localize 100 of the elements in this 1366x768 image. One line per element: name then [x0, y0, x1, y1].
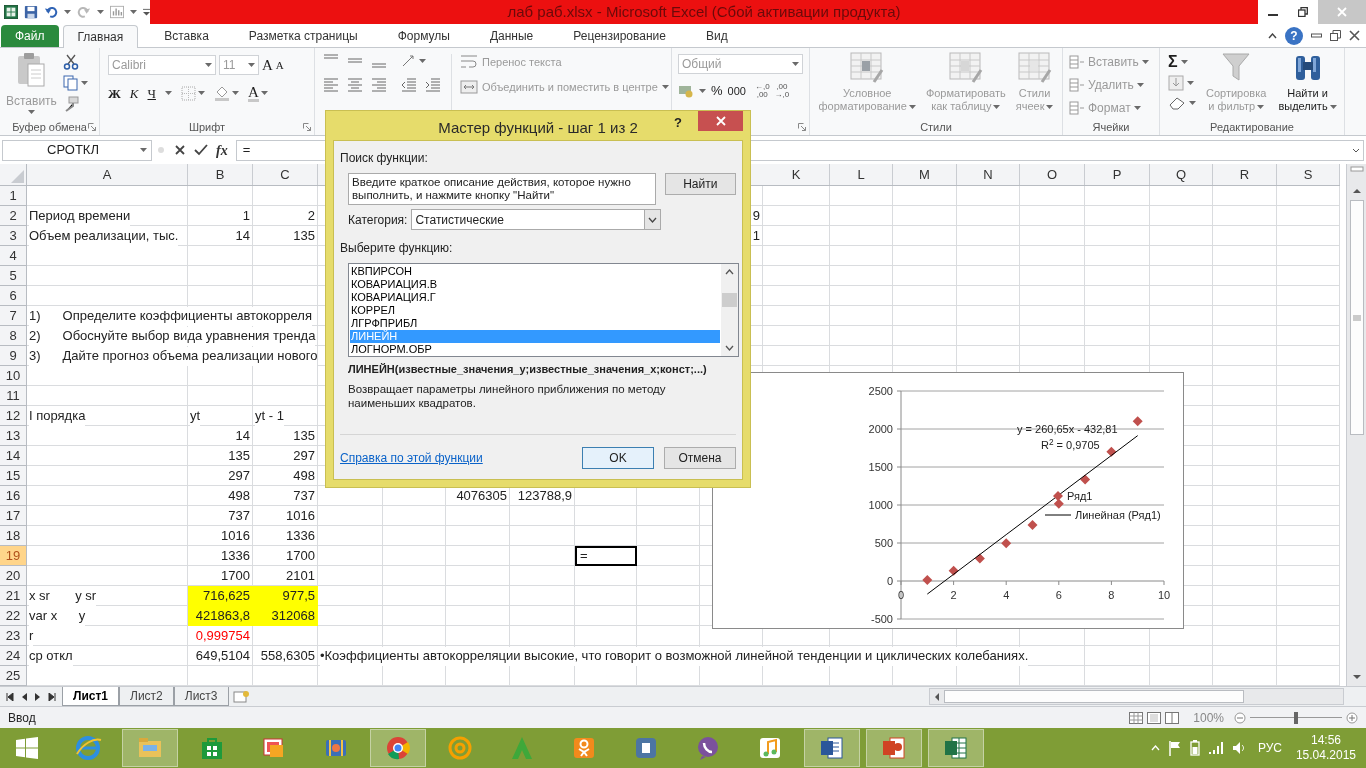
increase-indent-icon[interactable] [425, 78, 441, 92]
signal-icon[interactable] [1207, 741, 1224, 755]
page-break-icon[interactable] [1165, 711, 1180, 724]
row-header[interactable]: 3 [0, 226, 27, 246]
ribbon-tab[interactable]: Вид [691, 24, 742, 47]
horizontal-scrollbar[interactable] [929, 688, 1344, 705]
dialog-launcher-icon[interactable] [88, 123, 96, 131]
taskbar-button[interactable] [804, 729, 860, 767]
customize-icon[interactable] [143, 7, 150, 17]
next-sheet-icon[interactable] [34, 692, 42, 701]
eraser-icon[interactable] [1168, 96, 1186, 110]
column-header[interactable]: S [1277, 164, 1340, 185]
insert-function-button[interactable]: fx [216, 139, 228, 161]
start-icon[interactable] [16, 737, 38, 759]
row-header[interactable]: 7 [0, 306, 27, 326]
increase-decimal-button[interactable]: ←,0 ,00 [754, 82, 770, 99]
caret-icon[interactable] [699, 88, 706, 93]
scissors-icon[interactable] [62, 54, 79, 70]
spreadsheet-icon[interactable] [4, 4, 18, 20]
column-header[interactable]: A [27, 164, 188, 185]
restore-icon[interactable] [1330, 30, 1341, 41]
flag-icon[interactable] [1167, 740, 1182, 756]
caret-icon[interactable] [1189, 101, 1196, 105]
row-header[interactable]: 24 [0, 646, 27, 666]
page-layout-icon[interactable] [1147, 711, 1162, 724]
scroll-down-icon[interactable] [725, 345, 734, 351]
scroll-thumb[interactable] [722, 293, 737, 307]
row-header[interactable]: 14 [0, 446, 27, 466]
row-header[interactable]: 4 [0, 246, 27, 266]
row-header[interactable]: 12 [0, 406, 27, 426]
row-header[interactable]: 1 [0, 186, 27, 206]
row-header[interactable]: 5 [0, 266, 27, 286]
column-header[interactable]: N [957, 164, 1020, 185]
caret-icon[interactable] [140, 148, 147, 152]
taskbar-button[interactable] [928, 729, 984, 767]
orientation-icon[interactable] [401, 54, 417, 68]
vertical-scrollbar[interactable] [1346, 164, 1366, 686]
ribbon-tab[interactable]: Вставка [150, 24, 223, 47]
taskbar-button[interactable] [866, 729, 922, 767]
ribbon-tab[interactable]: Данные [475, 24, 548, 47]
last-sheet-icon[interactable] [48, 692, 56, 701]
row-header[interactable]: 9 [0, 346, 27, 366]
row-header[interactable]: 20 [0, 566, 27, 586]
function-list[interactable]: КВПИРСОН КОВАРИАЦИЯ.В КОВАРИАЦИЯ.Г КОРРЕЛ ЛГРФПРИБЛ ЛИНЕЙН ЛОГНОРМ.ОБР [348, 263, 739, 357]
scroll-up-icon[interactable] [725, 269, 734, 275]
shrink-font-button[interactable]: A [275, 57, 284, 74]
caret-icon[interactable] [419, 59, 426, 63]
decrease-decimal-button[interactable]: ,00 →,0 [774, 82, 790, 99]
close-button[interactable] [698, 111, 743, 131]
list-scrollbar[interactable] [721, 264, 738, 356]
column-header[interactable]: C [253, 164, 318, 185]
list-item[interactable]: КОВАРИАЦИЯ.Г [350, 291, 720, 304]
normal-view-icon[interactable] [1129, 711, 1144, 724]
file-tab[interactable]: Файл [1, 25, 59, 47]
find-select-button[interactable]: Найти и выделить [1276, 52, 1339, 113]
row-header[interactable]: 11 [0, 386, 27, 406]
row-header[interactable]: 15 [0, 466, 27, 486]
caret-icon[interactable] [1187, 81, 1194, 85]
ribbon-tab[interactable]: Разметка страницы [234, 24, 372, 47]
percent-button[interactable]: % [711, 81, 723, 101]
row-header[interactable]: 25 [0, 666, 27, 686]
italic-button[interactable]: К [129, 83, 139, 103]
column-header[interactable]: O [1020, 164, 1085, 185]
font-color-button[interactable]: A [247, 84, 259, 102]
caret-icon[interactable] [64, 10, 71, 14]
row-header[interactable]: 16 [0, 486, 27, 506]
grow-font-button[interactable]: A [262, 54, 273, 77]
save-icon[interactable] [24, 4, 38, 20]
caret-icon[interactable] [97, 10, 104, 14]
row-header[interactable]: 8 [0, 326, 27, 346]
row-header[interactable]: 17 [0, 506, 27, 526]
row-header[interactable]: 19 [0, 546, 27, 566]
list-item[interactable]: КОРРЕЛ [350, 304, 720, 317]
column-header[interactable]: Q [1150, 164, 1213, 185]
row-header[interactable]: 22 [0, 606, 27, 626]
ok-button[interactable]: OK [582, 447, 654, 469]
caret-icon[interactable] [231, 91, 239, 96]
collapse-ribbon-icon[interactable] [1268, 32, 1277, 39]
help-link[interactable]: Справка по этой функции [340, 449, 483, 467]
help-button[interactable]: ? [674, 113, 682, 133]
row-header[interactable]: 6 [0, 286, 27, 306]
restore-icon[interactable] [1298, 7, 1308, 17]
first-sheet-icon[interactable] [6, 692, 14, 701]
selected-cell[interactable]: = [575, 546, 637, 566]
bold-button[interactable]: Ж [108, 83, 121, 103]
row-header[interactable]: 18 [0, 526, 27, 546]
column-header[interactable]: R [1213, 164, 1277, 185]
zoom-in-icon[interactable] [1346, 711, 1358, 724]
scroll-thumb[interactable] [944, 690, 1244, 703]
ribbon-tab[interactable]: Рецензирование [559, 24, 680, 47]
caret-icon[interactable] [164, 91, 172, 96]
battery-icon[interactable] [1189, 740, 1200, 756]
ribbon-tab[interactable]: Главная [62, 25, 139, 48]
caret-icon[interactable] [130, 10, 137, 14]
row-header[interactable]: 2 [0, 206, 27, 226]
sheet-tab[interactable]: Лист1 [62, 686, 120, 706]
column-header[interactable]: K [763, 164, 830, 185]
name-box[interactable]: СРОТКЛ [2, 139, 152, 161]
previous-sheet-icon[interactable] [20, 692, 28, 701]
check-icon[interactable] [194, 144, 208, 156]
